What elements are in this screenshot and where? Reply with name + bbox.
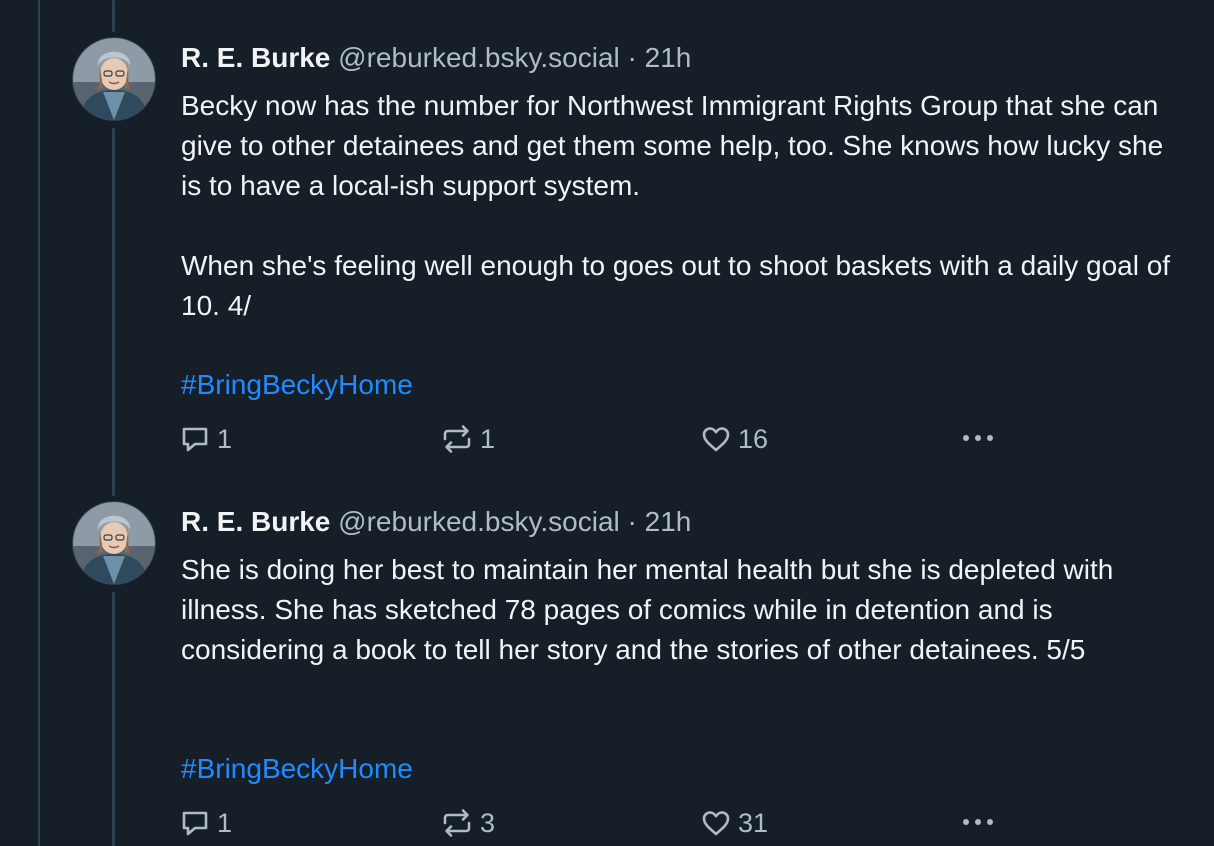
more-options-button[interactable] [958, 423, 998, 453]
post[interactable]: R. E. Burke @reburked.bsky.social · 21h … [0, 470, 1214, 846]
hashtag-link[interactable]: #BringBeckyHome [181, 749, 413, 789]
separator-dot: · [627, 506, 637, 537]
more-options-button[interactable] [958, 807, 998, 837]
reply-button[interactable]: 1 [179, 423, 232, 455]
avatar[interactable] [73, 502, 155, 584]
reply-icon [182, 811, 208, 836]
like-button[interactable]: 31 [700, 807, 768, 839]
post-header: R. E. Burke @reburked.bsky.social · 21h [181, 504, 691, 540]
heart-icon [702, 427, 730, 452]
post-text: She is doing her best to maintain her me… [181, 550, 1191, 670]
author-handle[interactable]: @reburked.bsky.social [338, 506, 620, 537]
repost-button[interactable]: 3 [440, 807, 495, 839]
hashtag-link[interactable]: #BringBeckyHome [181, 365, 413, 405]
reply-count: 1 [217, 424, 233, 454]
like-button[interactable]: 16 [700, 423, 768, 455]
post-paragraph: Becky now has the number for Northwest I… [181, 90, 1164, 201]
post-header: R. E. Burke @reburked.bsky.social · 21h [181, 40, 691, 76]
avatar-image [73, 38, 155, 120]
reply-button[interactable]: 1 [179, 807, 232, 839]
post-time[interactable]: 21h [645, 506, 692, 537]
post[interactable]: R. E. Burke @reburked.bsky.social · 21h … [0, 0, 1214, 470]
repost-icon [443, 425, 471, 453]
avatar-image [73, 502, 155, 584]
more-icon [963, 819, 993, 825]
post-time[interactable]: 21h [645, 42, 692, 73]
post-text: Becky now has the number for Northwest I… [181, 86, 1191, 326]
author-name[interactable]: R. E. Burke [181, 506, 330, 537]
repost-button[interactable]: 1 [440, 423, 495, 455]
author-name[interactable]: R. E. Burke [181, 42, 330, 73]
more-icon [963, 435, 993, 441]
reply-count: 1 [217, 808, 233, 838]
like-count: 31 [738, 808, 769, 838]
post-paragraph: She is doing her best to maintain her me… [181, 554, 1114, 665]
post-paragraph: When she's feeling well enough to goes o… [181, 250, 1171, 321]
avatar[interactable] [73, 38, 155, 120]
repost-count: 3 [480, 808, 496, 838]
repost-icon [443, 809, 471, 837]
repost-count: 1 [480, 424, 496, 454]
separator-dot: · [627, 42, 637, 73]
author-handle[interactable]: @reburked.bsky.social [338, 42, 620, 73]
reply-icon [182, 427, 208, 452]
like-count: 16 [738, 424, 769, 454]
heart-icon [702, 811, 730, 836]
